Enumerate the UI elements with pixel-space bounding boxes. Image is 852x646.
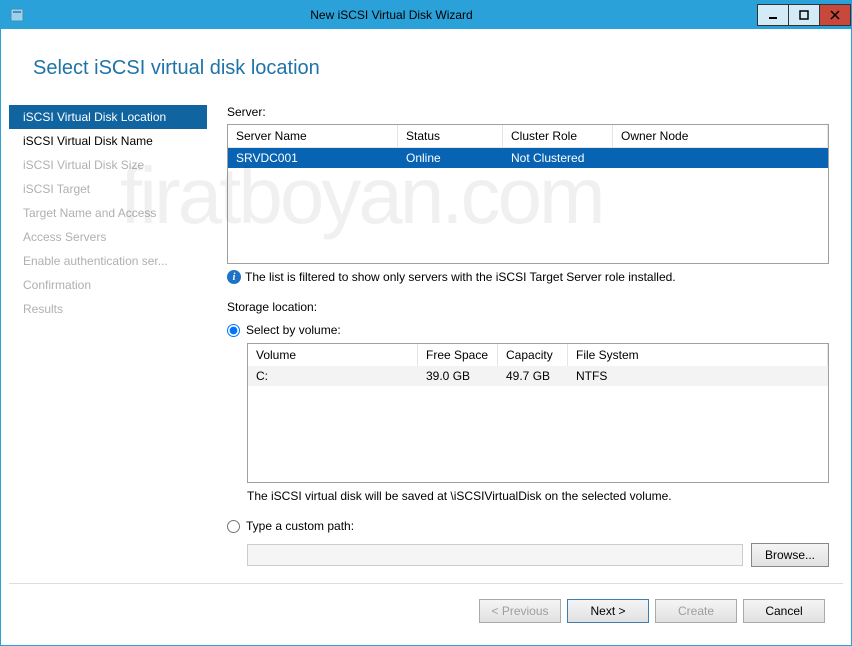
sidebar-step-0[interactable]: iSCSI Virtual Disk Location [9,105,207,129]
create-button[interactable]: Create [655,599,737,623]
info-text: The list is filtered to show only server… [245,270,676,284]
browse-button[interactable]: Browse... [751,543,829,567]
server-grid-header: Server Name Status Cluster Role Owner No… [228,125,828,148]
maximize-button[interactable] [788,4,820,26]
sidebar-step-7: Confirmation [9,273,207,297]
info-row: i The list is filtered to show only serv… [227,270,829,284]
cell-volume: C: [248,366,418,386]
col-free-space[interactable]: Free Space [418,344,498,366]
radio-custom-path-label: Type a custom path: [246,519,354,533]
wizard-window: New iSCSI Virtual Disk Wizard Select iSC… [0,0,852,646]
titlebar[interactable]: New iSCSI Virtual Disk Wizard [1,1,851,29]
col-owner-node[interactable]: Owner Node [613,125,828,147]
cell-fs: NTFS [568,366,828,386]
info-icon: i [227,270,241,284]
wizard-steps-sidebar: iSCSI Virtual Disk LocationiSCSI Virtual… [9,105,207,583]
app-icon [9,7,25,23]
col-status[interactable]: Status [398,125,503,147]
volume-grid-header: Volume Free Space Capacity File System [248,344,828,366]
minimize-button[interactable] [757,4,789,26]
sidebar-step-4: Target Name and Access [9,201,207,225]
wizard-body: Select iSCSI virtual disk location iSCSI… [1,29,851,645]
window-title: New iSCSI Virtual Disk Wizard [25,8,758,22]
col-file-system[interactable]: File System [568,344,828,366]
cell-server-name: SRVDC001 [228,148,398,168]
col-server-name[interactable]: Server Name [228,125,398,147]
save-location-note: The iSCSI virtual disk will be saved at … [247,489,829,503]
cell-free: 39.0 GB [418,366,498,386]
radio-custom-path[interactable] [227,520,240,533]
main-panel: Server: Server Name Status Cluster Role … [207,105,829,583]
cancel-button[interactable]: Cancel [743,599,825,623]
radio-select-volume[interactable] [227,324,240,337]
custom-path-input[interactable] [247,544,743,566]
sidebar-step-2: iSCSI Virtual Disk Size [9,153,207,177]
server-row[interactable]: SRVDC001 Online Not Clustered [228,148,828,168]
sidebar-step-3: iSCSI Target [9,177,207,201]
server-label: Server: [227,105,829,119]
sidebar-step-5: Access Servers [9,225,207,249]
cell-cluster-role: Not Clustered [503,148,613,168]
previous-button[interactable]: < Previous [479,599,561,623]
close-button[interactable] [819,4,851,26]
col-capacity[interactable]: Capacity [498,344,568,366]
sidebar-step-6: Enable authentication ser... [9,249,207,273]
sidebar-step-1[interactable]: iSCSI Virtual Disk Name [9,129,207,153]
volume-row[interactable]: C: 39.0 GB 49.7 GB NTFS [248,366,828,386]
page-heading: Select iSCSI virtual disk location [9,37,843,105]
server-grid[interactable]: Server Name Status Cluster Role Owner No… [227,124,829,264]
next-button[interactable]: Next > [567,599,649,623]
sidebar-step-8: Results [9,297,207,321]
cell-owner-node [613,148,828,168]
footer-buttons: < Previous Next > Create Cancel [9,583,843,637]
radio-select-volume-label: Select by volume: [246,323,341,337]
custom-path-option[interactable]: Type a custom path: [227,519,829,533]
col-cluster-role[interactable]: Cluster Role [503,125,613,147]
storage-label: Storage location: [227,300,829,314]
select-by-volume-option[interactable]: Select by volume: [227,323,829,337]
col-volume[interactable]: Volume [248,344,418,366]
cell-capacity: 49.7 GB [498,366,568,386]
cell-status: Online [398,148,503,168]
volume-grid[interactable]: Volume Free Space Capacity File System C… [247,343,829,483]
